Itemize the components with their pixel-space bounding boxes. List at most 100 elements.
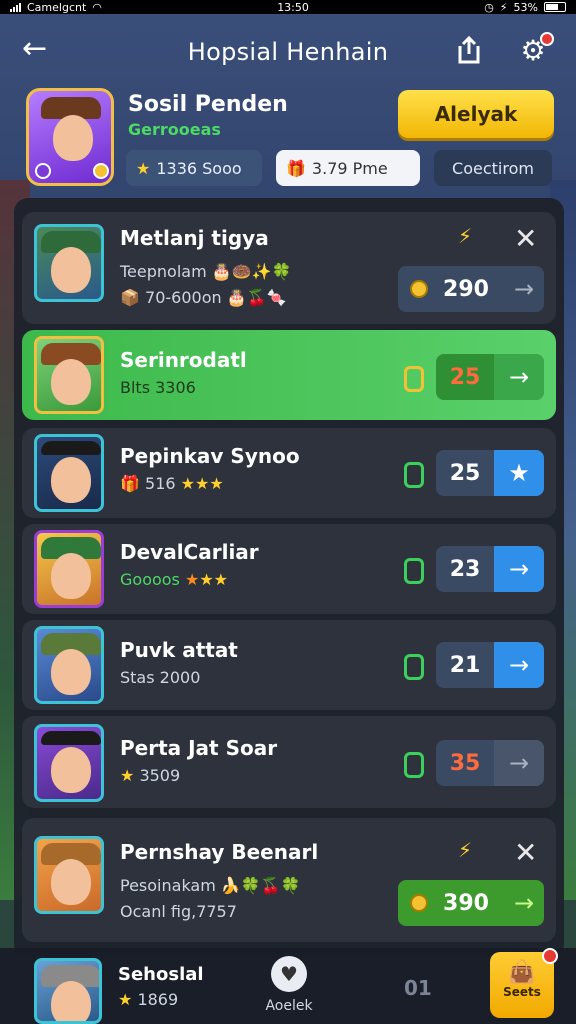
avatar: [34, 336, 104, 414]
score-box[interactable]: 25 ★: [436, 450, 544, 496]
current-player-avatar[interactable]: [34, 958, 102, 1024]
player-subtitle: Blts 3306: [120, 378, 196, 397]
face-graphic: [53, 115, 93, 161]
player-subtitle: ★ 3509: [120, 766, 181, 785]
alarm-icon: ◷: [484, 0, 494, 14]
player-avatar[interactable]: [26, 88, 114, 186]
carrier-label: Camelgcnt: [27, 0, 87, 14]
star-action-icon: ★: [494, 450, 544, 496]
player-detail: Ocanl fig,7757: [120, 902, 237, 921]
stat-time-value: 3.79 Pme: [311, 158, 388, 178]
score-box[interactable]: 390 →: [398, 880, 544, 926]
stat-stars-value: 1336 Sooo: [156, 158, 242, 178]
list-item[interactable]: Perta Jat Soar ★ 3509 35 →: [22, 716, 556, 808]
score-box[interactable]: 23 →: [436, 546, 544, 592]
score-box[interactable]: 21 →: [436, 642, 544, 688]
status-bar: Camelgcnt ◠ 13:50 ◷ ⚡ 53%: [0, 0, 576, 14]
coin-icon: [410, 280, 428, 298]
list-item[interactable]: DevalCarliar Goooos ★★★ 23 →: [22, 524, 556, 614]
arrow-right-icon: →: [513, 275, 535, 303]
player-name: Sosil Penden: [128, 92, 288, 117]
hair-graphic: [41, 441, 101, 455]
gear-icon[interactable]: ⚙: [516, 32, 554, 68]
score-box[interactable]: 290 →: [398, 266, 544, 312]
player-name: Metlanj tigya: [120, 226, 269, 250]
list-item[interactable]: Pernshay Beenarl Pesoinakam 🍌🍀🍒🍀 Ocanl f…: [22, 818, 556, 942]
player-subtitle: Stas 2000: [120, 668, 201, 687]
avatar: [34, 434, 104, 512]
arrow-right-icon: →: [494, 354, 544, 400]
hint-icon[interactable]: ⚡: [458, 224, 472, 248]
charging-icon: ⚡: [499, 0, 508, 14]
shop-button[interactable]: 👜 Seets: [490, 948, 558, 1018]
star-icon: ★: [118, 990, 133, 1009]
chest-icon: 📦: [120, 288, 140, 307]
share-icon[interactable]: [454, 34, 484, 66]
coin-icon: [404, 366, 424, 392]
player-subtitle: Pesoinakam 🍌🍀🍒🍀: [120, 876, 301, 895]
score-box[interactable]: 35 →: [436, 740, 544, 786]
center-tab-label: Aoelek: [265, 998, 313, 1014]
player-subtitle: Goooos ★★★: [120, 570, 229, 589]
list-item[interactable]: Pepinkav Synoo 🎁 516 ★★★ 25 ★: [22, 428, 556, 518]
star-icon: ★★: [199, 570, 229, 589]
item-icons: 🎂🍩✨🍀: [211, 262, 292, 281]
avatar: [34, 224, 104, 302]
face-graphic: [51, 457, 91, 503]
score-value: 35: [449, 750, 481, 776]
coin-badge-icon: [93, 163, 109, 179]
star-icon: ★: [136, 158, 151, 178]
star-icon: ★: [120, 766, 135, 785]
level-badge-icon: [35, 163, 51, 179]
player-rank: Gerrooeas: [128, 120, 221, 139]
shop-button-label: Seets: [503, 985, 541, 999]
player-name: Perta Jat Soar: [120, 736, 278, 760]
face-graphic: [51, 859, 91, 905]
player-name: Pernshay Beenarl: [120, 840, 319, 864]
collection-button[interactable]: Coectirom: [434, 150, 552, 186]
score-value: 290: [443, 276, 489, 302]
avatar: [34, 836, 104, 914]
player-subtitle: Teepnolam 🎂🍩✨🍀: [120, 262, 292, 281]
list-item-highlighted[interactable]: Serinrodatl Blts 3306 25 →: [22, 330, 556, 420]
notification-badge: [542, 948, 558, 964]
close-icon[interactable]: ✕: [514, 836, 537, 869]
star-icon: ★: [184, 570, 200, 589]
item-icons: 🍌🍀🍒🍀: [220, 876, 301, 895]
score-value: 25: [449, 364, 481, 390]
list-item[interactable]: Metlanj tigya Teepnolam 🎂🍩✨🍀 📦 70-600on …: [22, 212, 556, 324]
signal-icon: [10, 2, 21, 12]
center-tab[interactable]: ♥ Aoelek: [254, 956, 324, 1014]
score-box[interactable]: 25 →: [436, 354, 544, 400]
notification-badge: [540, 32, 554, 46]
hint-icon[interactable]: ⚡: [458, 838, 472, 862]
avatar: [34, 626, 104, 704]
list-item[interactable]: Puvk attat Stas 2000 21 →: [22, 620, 556, 710]
battery-percent: 53%: [513, 0, 538, 14]
face-graphic: [51, 359, 91, 405]
stat-pill-stars[interactable]: ★ 1336 Sooo: [126, 150, 262, 186]
clock: 13:50: [277, 0, 309, 14]
current-player-score: ★ 1869: [118, 990, 179, 1009]
arrow-right-icon: →: [513, 889, 535, 917]
stat-pill-time[interactable]: 🎁 3.79 Pme: [276, 150, 420, 186]
battery-icon: [543, 2, 566, 12]
hair-graphic: [41, 731, 101, 745]
arrow-right-icon: →: [494, 642, 544, 688]
wifi-icon: ◠: [92, 0, 102, 14]
face-graphic: [51, 747, 91, 793]
coin-icon: [404, 752, 424, 778]
score-value: 390: [443, 890, 489, 916]
coin-icon: [410, 894, 428, 912]
player-name: DevalCarliar: [120, 540, 259, 564]
coin-icon: [404, 558, 424, 584]
face-graphic: [51, 247, 91, 293]
player-detail: 📦 70-600on 🎂🍒🍬: [120, 288, 287, 307]
heart-icon: ♥: [271, 956, 307, 992]
score-value: 23: [449, 556, 481, 582]
star-icon: ★★★: [180, 474, 224, 493]
primary-action-button[interactable]: Alelyak: [398, 90, 554, 138]
close-icon[interactable]: ✕: [514, 222, 537, 255]
header: ← Hopsial Henhain ⚙: [0, 20, 576, 80]
player-name: Puvk attat: [120, 638, 238, 662]
